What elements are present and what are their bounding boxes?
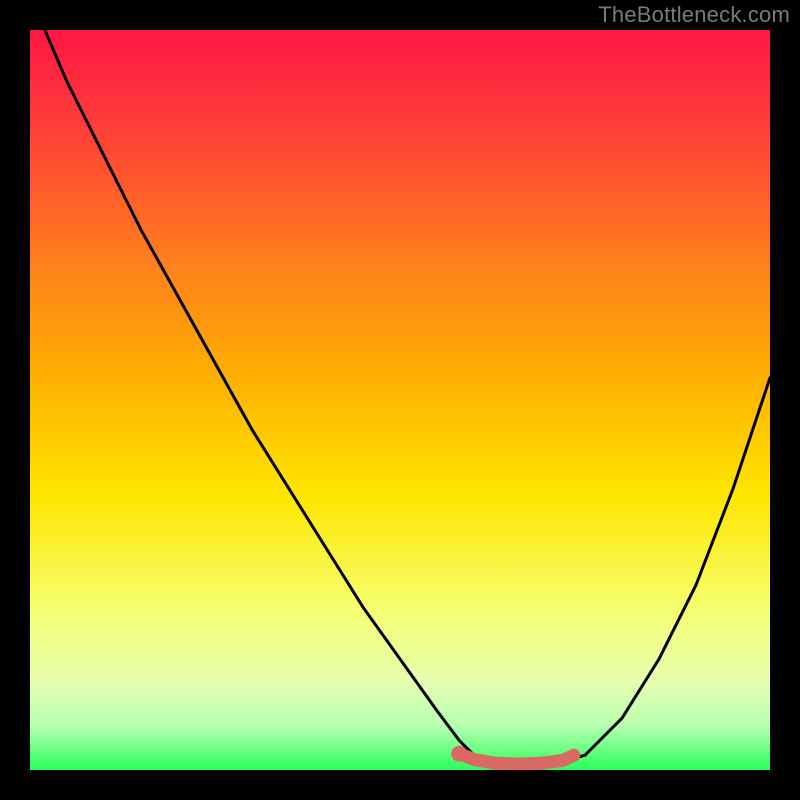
- chart-frame: TheBottleneck.com: [0, 0, 800, 800]
- chart-svg: [30, 30, 770, 770]
- watermark-text: TheBottleneck.com: [598, 2, 790, 28]
- plot-area: [30, 30, 770, 770]
- optimal-start-dot: [451, 746, 467, 762]
